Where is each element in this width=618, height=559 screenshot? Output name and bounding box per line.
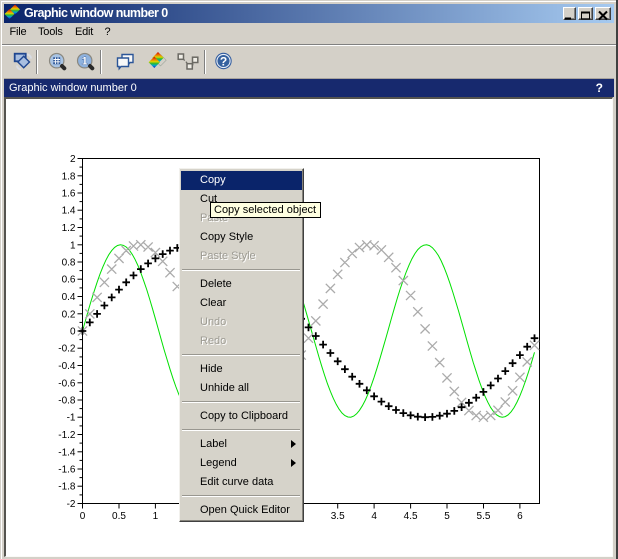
svg-text:0.2: 0.2: [62, 309, 76, 320]
svg-text:5.5: 5.5: [477, 511, 491, 522]
svg-text:1.8: 1.8: [62, 171, 76, 182]
svg-text:-0.2: -0.2: [58, 344, 76, 355]
svg-text:1.4: 1.4: [62, 206, 76, 217]
svg-text:0.4: 0.4: [62, 292, 76, 303]
svg-text:2: 2: [70, 154, 76, 165]
svg-text:-1.4: -1.4: [58, 447, 76, 458]
svg-text:-0.8: -0.8: [58, 396, 76, 407]
svg-text:-1.2: -1.2: [58, 430, 76, 441]
svg-text:1: 1: [70, 240, 76, 251]
svg-text:-1: -1: [67, 413, 76, 424]
svg-text:3.5: 3.5: [331, 511, 345, 522]
svg-text:0.8: 0.8: [62, 258, 76, 269]
svg-text:-2: -2: [67, 499, 76, 510]
svg-text:-0.6: -0.6: [58, 378, 76, 389]
svg-text:0.6: 0.6: [62, 275, 76, 286]
svg-text:1: 1: [153, 511, 159, 522]
svg-text:-1.8: -1.8: [58, 482, 76, 493]
svg-text:-1.6: -1.6: [58, 465, 76, 476]
svg-text:5: 5: [444, 511, 450, 522]
svg-text:1.6: 1.6: [62, 189, 76, 200]
svg-text:4.5: 4.5: [404, 511, 418, 522]
svg-text:6: 6: [517, 511, 523, 522]
svg-text:0.5: 0.5: [112, 511, 126, 522]
svg-text:4: 4: [371, 511, 377, 522]
svg-text:0: 0: [80, 511, 86, 522]
svg-text:0: 0: [70, 327, 76, 338]
svg-text:1.2: 1.2: [62, 223, 76, 234]
svg-text:-0.4: -0.4: [58, 361, 76, 372]
